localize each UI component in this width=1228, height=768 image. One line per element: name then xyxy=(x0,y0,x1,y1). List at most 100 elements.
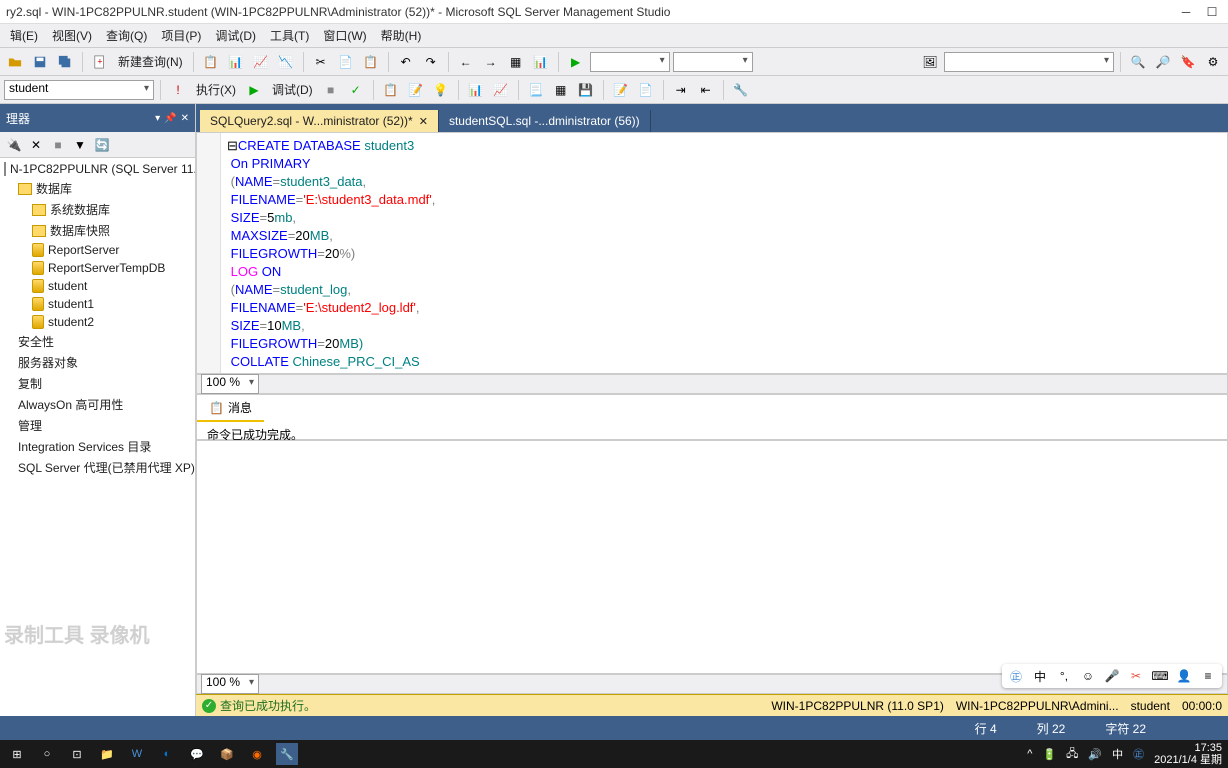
float-keyboard-icon[interactable]: ⌨ xyxy=(1151,667,1169,685)
include-plan-icon[interactable]: 📊 xyxy=(465,79,487,101)
float-user-icon[interactable]: 👤 xyxy=(1175,667,1193,685)
undo-icon[interactable]: ↶ xyxy=(395,51,417,73)
find-icon[interactable]: 🔍 xyxy=(1127,51,1149,73)
minimize-button[interactable]: ─ xyxy=(1176,5,1196,19)
tray-network-icon[interactable]: 🖧 xyxy=(1066,745,1078,764)
float-scissors-icon[interactable]: ✂ xyxy=(1127,667,1145,685)
nav-fwd-icon[interactable]: → xyxy=(480,51,502,73)
float-logo-icon[interactable]: ㊣ xyxy=(1007,667,1025,685)
db-engine-icon[interactable]: 📋 xyxy=(200,51,222,73)
tab-studentsql[interactable]: studentSQL.sql -...dministrator (56)) xyxy=(439,110,651,132)
results-text-icon[interactable]: 📃 xyxy=(525,79,547,101)
reportserver-node[interactable]: ReportServer xyxy=(0,241,195,259)
include-stats-icon[interactable]: 📈 xyxy=(490,79,512,101)
explorer-icon[interactable]: 📁 xyxy=(96,743,118,765)
result-zoom-combo[interactable]: 100 % xyxy=(201,674,259,694)
nav-back-icon[interactable]: ← xyxy=(455,51,477,73)
execute-label[interactable]: 执行(X) xyxy=(192,81,240,98)
float-emoji-icon[interactable]: ☺ xyxy=(1079,667,1097,685)
redo-icon[interactable]: ↷ xyxy=(420,51,442,73)
pushpin-icon[interactable]: 📌 xyxy=(164,113,176,124)
tab-close-icon[interactable]: ✕ xyxy=(419,115,428,128)
replace-icon[interactable]: 🔎 xyxy=(1152,51,1174,73)
maximize-button[interactable]: ☐ xyxy=(1202,5,1222,19)
indent-icon[interactable]: ⇥ xyxy=(670,79,692,101)
specify-values-icon[interactable]: 🔧 xyxy=(730,79,752,101)
alwayson-node[interactable]: AlwaysOn 高可用性 xyxy=(0,394,195,415)
tray-date[interactable]: 2021/1/4 星期 xyxy=(1154,754,1222,766)
new-query-icon[interactable]: + xyxy=(89,51,111,73)
chart-icon[interactable]: 📊 xyxy=(530,51,552,73)
panel-close-icon[interactable]: ✕ xyxy=(181,113,189,124)
stop-icon[interactable]: ■ xyxy=(320,79,342,101)
sql-agent-node[interactable]: SQL Server 代理(已禁用代理 XP) xyxy=(0,457,195,478)
comment-icon[interactable]: 📝 xyxy=(610,79,632,101)
menu-tools[interactable]: 工具(T) xyxy=(264,25,315,46)
taskview-icon[interactable]: ⊡ xyxy=(66,743,88,765)
app1-icon[interactable]: 📦 xyxy=(216,743,238,765)
disconnect-icon[interactable]: ✕ xyxy=(26,135,46,155)
menu-query[interactable]: 查询(Q) xyxy=(100,25,153,46)
snapshot-node[interactable]: 数据库快照 xyxy=(0,220,195,241)
parse-icon[interactable]: ✓ xyxy=(345,79,367,101)
new-query-label[interactable]: 新建查询(N) xyxy=(114,53,187,70)
open-icon[interactable] xyxy=(4,51,26,73)
messages-tab[interactable]: 📋 消息 xyxy=(197,395,264,422)
zoom-combo[interactable]: 100 % xyxy=(201,374,259,394)
float-ime-icon[interactable]: 中 xyxy=(1031,667,1049,685)
outdent-icon[interactable]: ⇤ xyxy=(695,79,717,101)
integration-node[interactable]: Integration Services 目录 xyxy=(0,436,195,457)
execute-icon[interactable]: ! xyxy=(167,79,189,101)
student2-node[interactable]: student2 xyxy=(0,313,195,331)
management-node[interactable]: 管理 xyxy=(0,415,195,436)
pin-icon[interactable]: ▾ xyxy=(155,113,160,124)
options-icon[interactable]: ⚙ xyxy=(1202,51,1224,73)
server-objects-node[interactable]: 服务器对象 xyxy=(0,352,195,373)
tray-battery-icon[interactable]: 🔋 xyxy=(1042,748,1056,761)
config-combo[interactable] xyxy=(590,52,670,72)
query-options-icon[interactable]: 📝 xyxy=(405,79,427,101)
refresh-icon[interactable]: 🔄 xyxy=(92,135,112,155)
sql-editor[interactable]: ⊟CREATE DATABASE student3 On PRIMARY (NA… xyxy=(196,132,1228,374)
replication-node[interactable]: 复制 xyxy=(0,373,195,394)
security-node[interactable]: 安全性 xyxy=(0,331,195,352)
bookmark-icon[interactable]: 🔖 xyxy=(1177,51,1199,73)
tab-sqlquery2[interactable]: SQLQuery2.sql - W...ministrator (52))*✕ xyxy=(200,110,439,132)
tray-time[interactable]: 17:35 xyxy=(1154,742,1222,754)
tray-ime-icon[interactable]: 中 xyxy=(1112,746,1123,762)
save-icon[interactable] xyxy=(29,51,51,73)
float-menu-icon[interactable]: ≡ xyxy=(1199,667,1217,685)
tray-volume-icon[interactable]: 🔊 xyxy=(1088,748,1102,761)
database-combo[interactable]: student xyxy=(4,80,154,100)
menu-view[interactable]: 视图(V) xyxy=(46,25,98,46)
menu-window[interactable]: 窗口(W) xyxy=(317,25,372,46)
grid-icon[interactable]: ▦ xyxy=(505,51,527,73)
server-node[interactable]: N-1PC82PPULNR (SQL Server 11. xyxy=(0,160,195,178)
float-mic-icon[interactable]: 🎤 xyxy=(1103,667,1121,685)
dmx-icon[interactable]: 📉 xyxy=(275,51,297,73)
menu-project[interactable]: 项目(P) xyxy=(155,25,207,46)
debug-label[interactable]: 调试(D) xyxy=(268,81,317,98)
reportservertemp-node[interactable]: ReportServerTempDB xyxy=(0,259,195,277)
cut-icon[interactable]: ✂ xyxy=(310,51,332,73)
menu-edit[interactable]: 辑(E) xyxy=(4,25,44,46)
intellisense-icon[interactable]: 💡 xyxy=(430,79,452,101)
edge-icon[interactable]: ◐ xyxy=(156,743,178,765)
image-icon[interactable]: 🖼 xyxy=(919,51,941,73)
platform-combo[interactable] xyxy=(673,52,753,72)
menu-debug[interactable]: 调试(D) xyxy=(209,25,262,46)
play-icon[interactable]: ▶ xyxy=(565,51,587,73)
stop2-icon[interactable]: ■ xyxy=(48,135,68,155)
system-db-node[interactable]: 系统数据库 xyxy=(0,199,195,220)
search-icon[interactable]: ○ xyxy=(36,743,58,765)
debug-play-icon[interactable]: ▶ xyxy=(243,79,265,101)
uncomment-icon[interactable]: 📄 xyxy=(635,79,657,101)
estimated-plan-icon[interactable]: 📋 xyxy=(380,79,402,101)
save-all-icon[interactable] xyxy=(54,51,76,73)
object-tree[interactable]: N-1PC82PPULNR (SQL Server 11. 数据库 系统数据库 … xyxy=(0,158,195,716)
tray-app-icon[interactable]: ㊣ xyxy=(1133,746,1144,762)
student-node[interactable]: student xyxy=(0,277,195,295)
app2-icon[interactable]: ◉ xyxy=(246,743,268,765)
filter-icon[interactable]: ▼ xyxy=(70,135,90,155)
mdx-icon[interactable]: 📈 xyxy=(250,51,272,73)
